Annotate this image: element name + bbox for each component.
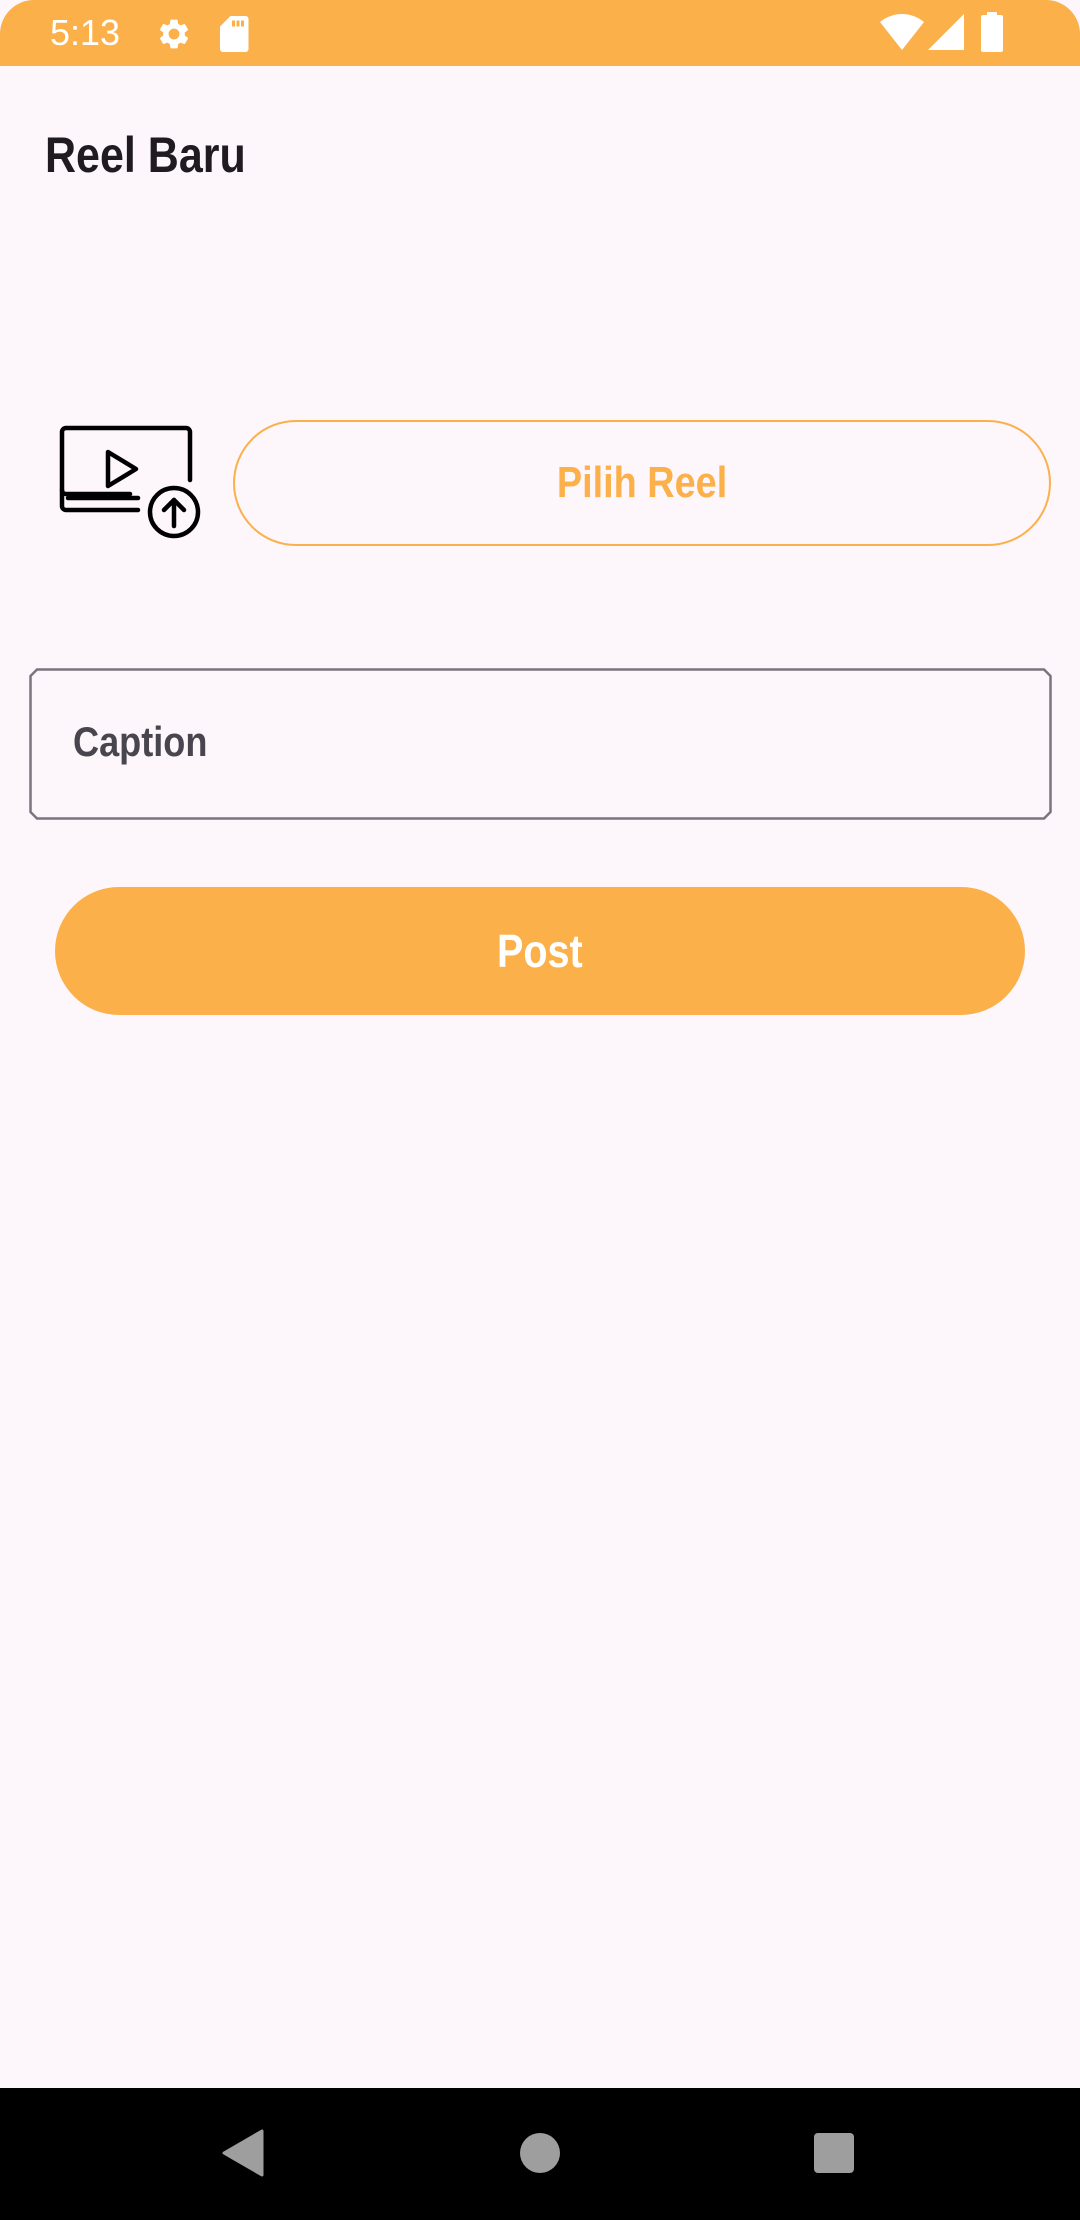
pick-reel-button-label: Pilih Reel	[556, 458, 728, 507]
pick-reel-button[interactable]: Pilih Reel	[233, 420, 1051, 546]
home-icon[interactable]	[520, 2133, 560, 2173]
wifi-icon	[880, 14, 924, 50]
settings-icon	[159, 19, 189, 49]
new-reel-screen: 5:13 Reel Baru Pilih Reel Caption Post	[0, 0, 1080, 2220]
status-time: 5:13	[50, 12, 121, 53]
caption-placeholder: Caption	[73, 718, 208, 765]
navigation-bar	[0, 2088, 1080, 2220]
video-upload-icon	[59, 425, 201, 539]
cell-signal-icon	[928, 14, 964, 50]
recents-icon[interactable]	[814, 2133, 854, 2173]
post-button[interactable]: Post	[55, 887, 1025, 1015]
sd-card-icon	[220, 16, 249, 52]
status-bar: 5:13	[0, 0, 1080, 66]
battery-icon	[981, 12, 1003, 52]
back-icon[interactable]	[222, 2129, 264, 2177]
page-title: Reel Baru	[45, 127, 246, 183]
post-button-label: Post	[497, 925, 583, 977]
